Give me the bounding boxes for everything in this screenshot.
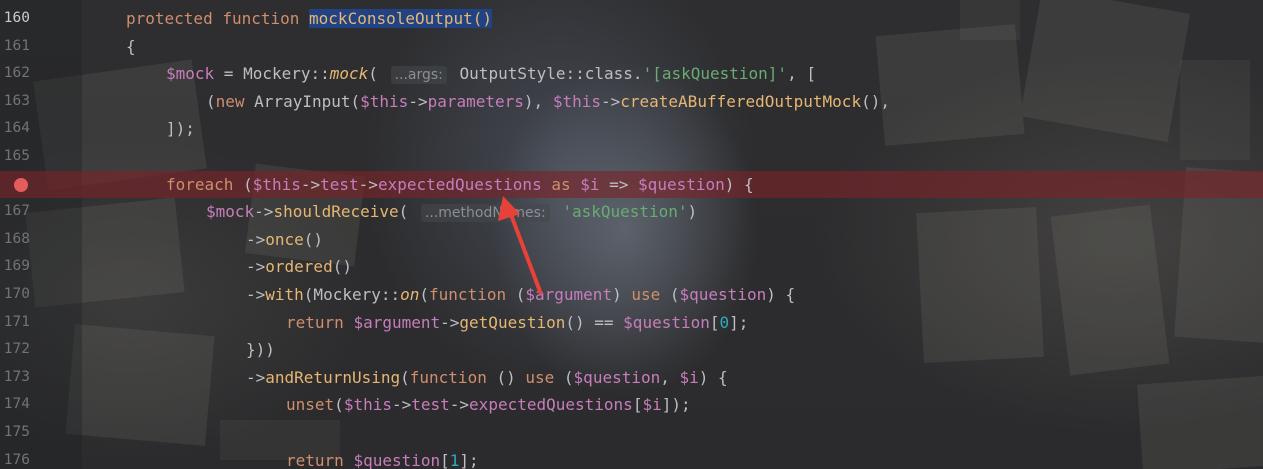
editor-view: 160 protected function mockConsoleOutput(…: [0, 0, 1263, 469]
red-arrow-icon: [498, 196, 543, 295]
